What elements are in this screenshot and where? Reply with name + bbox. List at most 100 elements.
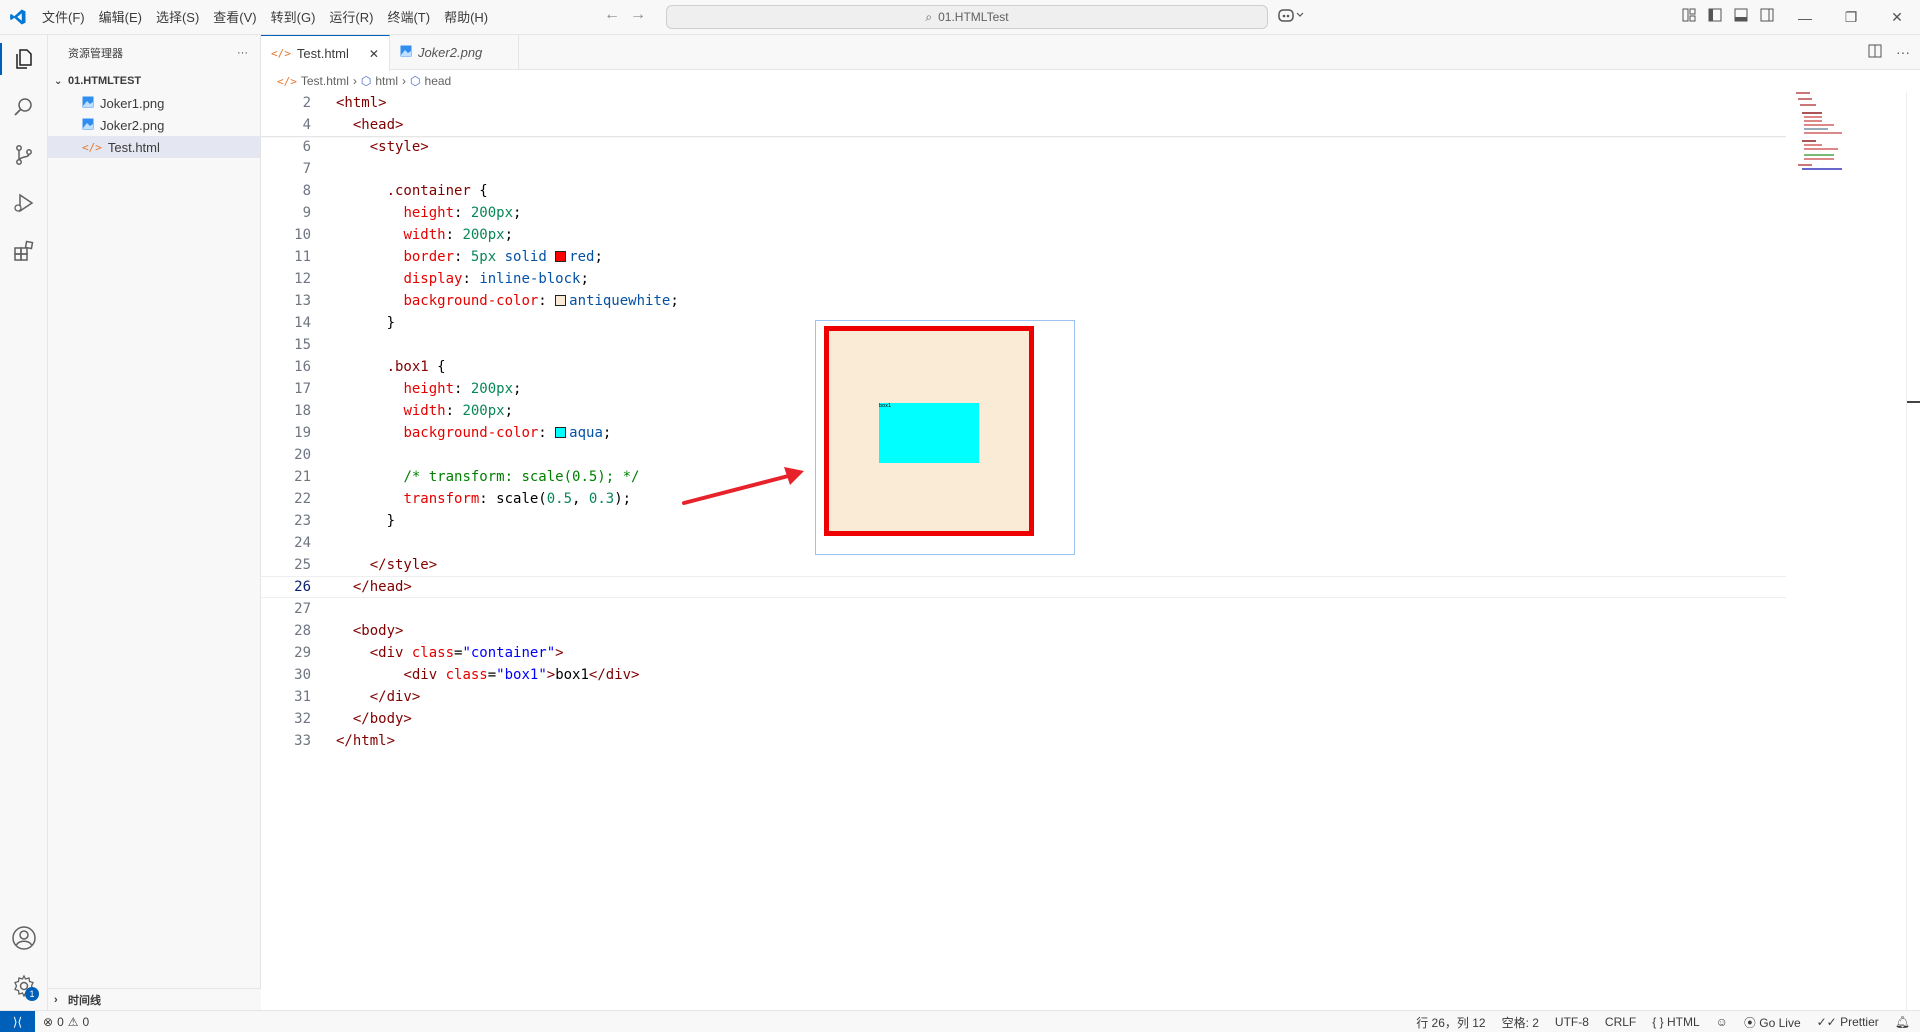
split-editor-icon[interactable] (1868, 44, 1882, 61)
language-mode[interactable]: { } HTML (1652, 1015, 1699, 1029)
timeline-section[interactable]: › 时间线 (48, 988, 261, 1010)
sticky-scroll-shadow (261, 136, 1786, 138)
code-line[interactable]: 10 width: 200px; (261, 224, 1786, 246)
folder-01-htmltest[interactable]: ⌄ 01.HTMLTEST (48, 70, 260, 92)
code-line[interactable]: 28 <body> (261, 620, 1786, 642)
code-line[interactable]: 4 <head> (261, 114, 1786, 136)
code-line[interactable]: 25 </style> (261, 554, 1786, 576)
color-swatch[interactable] (555, 295, 567, 306)
notifications-bell-icon[interactable]: 🔔︎ (1895, 1015, 1910, 1029)
menu-file[interactable]: 文件(F) (35, 0, 92, 35)
element-icon: ⬡ (410, 74, 421, 88)
vertical-scrollbar[interactable] (1906, 92, 1920, 1010)
close-tab-icon[interactable]: ✕ (369, 47, 379, 61)
explorer-icon[interactable] (0, 35, 48, 83)
code-line[interactable]: 11 border: 5px solid red; (261, 246, 1786, 268)
cursor-position[interactable]: 行 26，列 12 (1416, 1014, 1485, 1031)
code-token: <div (369, 645, 404, 661)
code-line[interactable]: 33 </html> (261, 730, 1786, 752)
search-icon[interactable] (0, 83, 48, 131)
code-token: : (454, 381, 471, 397)
menu-go[interactable]: 转到(G) (264, 0, 323, 35)
prettier-button[interactable]: ✓✓ Prettier (1817, 1015, 1879, 1029)
rendered-preview-image: box1 (815, 320, 1075, 555)
code-line[interactable]: 7 (261, 158, 1786, 180)
problems-indicator[interactable]: ⊗ 0 ⚠ 0 (35, 1015, 89, 1029)
manage-gear-icon[interactable]: 1 (0, 962, 48, 1010)
file-item-joker2[interactable]: Joker2.png (48, 114, 260, 136)
line-text: background-color: antiquewhite; (336, 293, 678, 309)
code-line[interactable]: 6 <style> (261, 136, 1786, 158)
menu-run[interactable]: 运行(R) (322, 0, 380, 35)
forward-arrow-icon[interactable]: → (630, 6, 646, 24)
code-line[interactable]: 26 </head> (261, 576, 1786, 598)
code-token: : (445, 403, 463, 419)
menu-help[interactable]: 帮助(H) (437, 0, 495, 35)
file-item-joker1[interactable]: Joker1.png (48, 92, 260, 114)
extensions-icon[interactable] (0, 227, 48, 275)
code-line[interactable]: 30 <div class="box1">box1</div> (261, 664, 1786, 686)
code-line[interactable]: 8 .container { (261, 180, 1786, 202)
remote-indicator-icon[interactable]: ⟩⟨ (0, 1010, 35, 1032)
code-token: width (403, 403, 446, 419)
braces-icon: { } (1652, 1015, 1664, 1029)
menu-terminal[interactable]: 终端(T) (380, 0, 437, 35)
code-line[interactable]: 2 <html> (261, 92, 1786, 114)
line-text: </head> (336, 579, 412, 595)
code-token: : (538, 293, 556, 309)
code-line[interactable]: 12 display: inline-block; (261, 268, 1786, 290)
file-item-test-html[interactable]: </> Test.html (48, 136, 260, 158)
breadcrumb-html[interactable]: html (375, 74, 398, 88)
line-text: </body> (336, 711, 412, 727)
minimize-icon[interactable]: — (1782, 0, 1828, 35)
menu-edit[interactable]: 编辑(E) (92, 0, 149, 35)
code-line[interactable]: 27 (261, 598, 1786, 620)
more-actions-icon[interactable]: ··· (1896, 44, 1910, 61)
code-line[interactable]: 13 background-color: antiquewhite; (261, 290, 1786, 312)
tab-test-html[interactable]: </> Test.html ✕ (261, 35, 390, 71)
copilot-status-icon[interactable]: ☺ (1716, 1015, 1728, 1029)
code-line[interactable]: 31 </div> (261, 686, 1786, 708)
code-token: red (569, 249, 595, 265)
code-line[interactable]: 29 <div class="container"> (261, 642, 1786, 664)
code-token: border (403, 249, 455, 265)
menu-view[interactable]: 查看(V) (206, 0, 263, 35)
restore-icon[interactable]: ❐ (1828, 0, 1874, 35)
line-text: border: 5px solid red; (336, 249, 602, 265)
run-debug-icon[interactable] (0, 179, 48, 227)
breadcrumb-head[interactable]: head (425, 74, 452, 88)
breadcrumb-file[interactable]: Test.html (301, 74, 349, 88)
close-icon[interactable]: ✕ (1874, 0, 1920, 35)
end-of-line[interactable]: CRLF (1605, 1015, 1636, 1029)
go-live-button[interactable]: ⦿ Go Live (1744, 1014, 1801, 1031)
line-number: 14 (294, 315, 311, 331)
menu-selection[interactable]: 选择(S) (149, 0, 206, 35)
encoding[interactable]: UTF-8 (1555, 1015, 1589, 1029)
line-text: background-color: aqua; (336, 425, 611, 441)
minimap[interactable] (1786, 92, 1906, 172)
toggle-secondary-sidebar-icon[interactable] (1758, 6, 1776, 24)
account-icon[interactable] (0, 914, 48, 962)
copilot-icon[interactable] (1278, 7, 1306, 26)
command-center-search[interactable]: ⌕ 01.HTMLTest (666, 5, 1268, 29)
toggle-primary-sidebar-icon[interactable] (1706, 6, 1724, 24)
source-control-icon[interactable] (0, 131, 48, 179)
indentation[interactable]: 空格: 2 (1502, 1014, 1539, 1031)
toggle-panel-icon[interactable] (1732, 6, 1750, 24)
tab-joker2-png[interactable]: Joker2.png (390, 35, 520, 70)
code-line[interactable]: 32 </body> (261, 708, 1786, 730)
more-actions-icon[interactable]: ··· (237, 47, 248, 59)
color-swatch[interactable] (555, 427, 567, 438)
code-line[interactable]: 9 height: 200px; (261, 202, 1786, 224)
color-swatch[interactable] (555, 251, 567, 262)
customize-layout-icon[interactable] (1680, 6, 1698, 24)
code-token: : (454, 249, 471, 265)
back-arrow-icon[interactable]: ← (604, 6, 620, 24)
